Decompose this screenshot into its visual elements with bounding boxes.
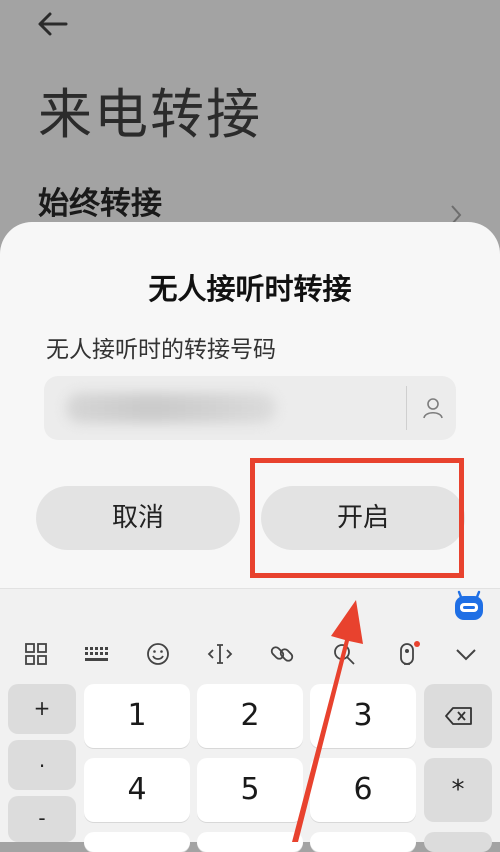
emoji-icon[interactable] [144, 640, 172, 668]
field-label: 无人接听时的转接号码 [46, 337, 276, 363]
cancel-button[interactable]: 取消 [36, 486, 240, 550]
collapse-icon[interactable] [452, 640, 480, 668]
back-arrow-icon[interactable] [36, 10, 70, 38]
number-value: 13800000000 [66, 393, 276, 423]
assistant-mascot-icon[interactable] [452, 590, 486, 624]
delete-key[interactable] [424, 684, 492, 748]
cursor-icon[interactable] [206, 640, 234, 668]
forward-number-input[interactable]: 13800000000 [44, 376, 456, 440]
setting-item-always-forward[interactable]: 始终转接 [38, 178, 162, 223]
number-keyboard: + . - 1 2 3 4 5 6 * [0, 588, 500, 852]
digit-key-3[interactable]: 3 [310, 684, 416, 748]
digit-key-9[interactable] [310, 832, 416, 852]
keyboard-icon[interactable] [82, 640, 110, 668]
plus-key[interactable]: + [8, 684, 76, 734]
keyboard-divider [0, 588, 500, 589]
backspace-icon [445, 707, 472, 725]
contact-icon[interactable] [422, 397, 444, 419]
digit-key-2[interactable]: 2 [197, 684, 303, 748]
search-icon[interactable] [330, 640, 358, 668]
highlight-box [250, 458, 464, 578]
field-divider [406, 386, 407, 430]
digit-key-1[interactable]: 1 [84, 684, 190, 748]
minus-key[interactable]: - [8, 796, 76, 842]
page-title: 来电转接 [38, 83, 262, 146]
dot-key[interactable]: . [8, 740, 76, 790]
link-icon[interactable] [268, 640, 296, 668]
star-key[interactable]: * [424, 758, 492, 822]
digit-key-6[interactable]: 6 [310, 758, 416, 822]
digit-key-4[interactable]: 4 [84, 758, 190, 822]
digit-key-7[interactable] [84, 832, 190, 852]
voice-icon[interactable] [394, 640, 422, 668]
grid-icon[interactable] [22, 640, 50, 668]
dialog-title: 无人接听时转接 [148, 272, 352, 306]
partial-key[interactable] [424, 832, 492, 852]
digit-key-8[interactable] [197, 832, 303, 852]
digit-key-5[interactable]: 5 [197, 758, 303, 822]
